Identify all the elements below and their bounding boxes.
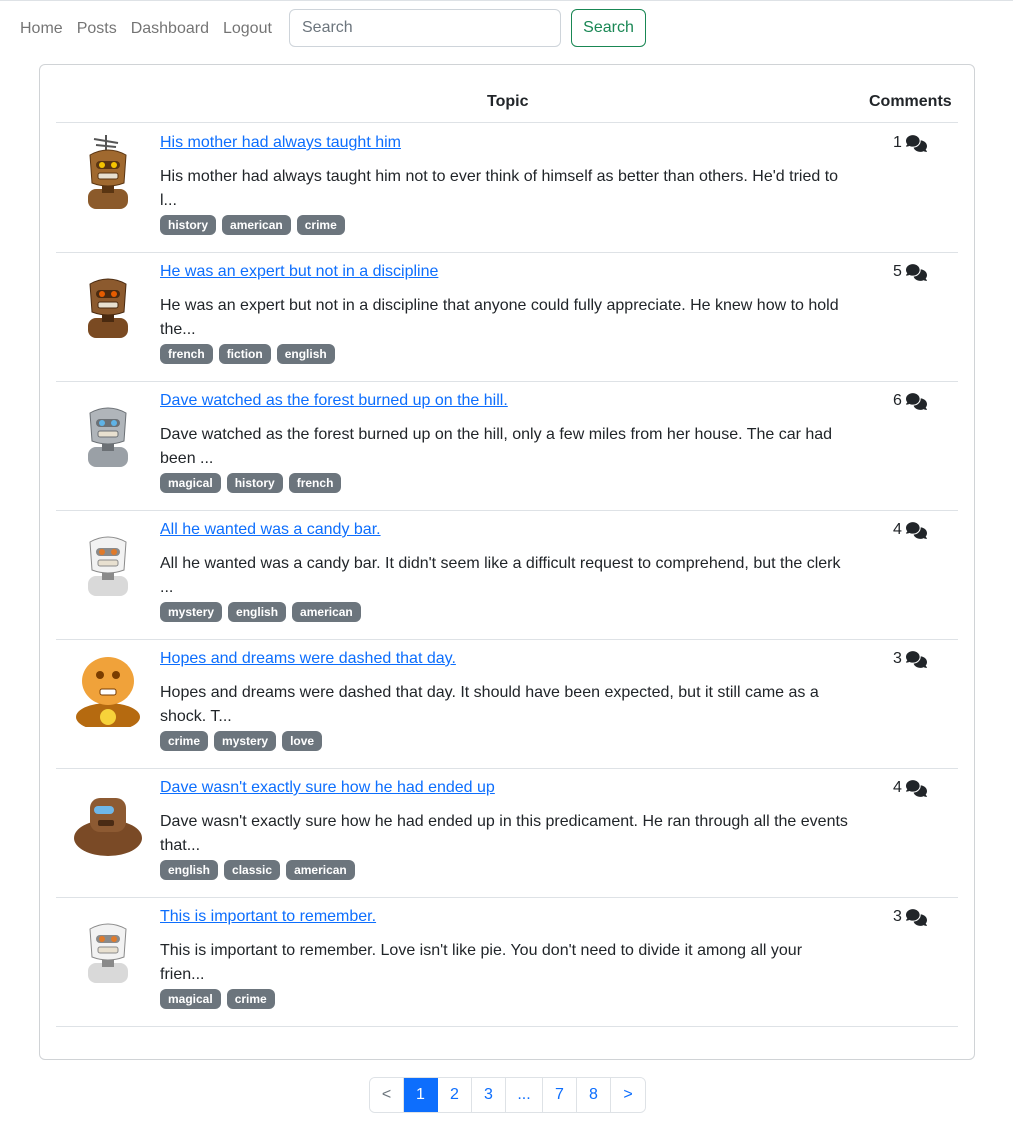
comment-count-value: 5 [893,263,902,280]
post-excerpt: He was an expert but not in a discipline… [160,297,839,338]
post-excerpt: This is important to remember. Love isn'… [160,942,803,983]
page-button[interactable]: 2 [438,1078,472,1112]
post-title-link[interactable]: This is important to remember. [160,908,376,926]
tag-badge[interactable]: crime [226,989,275,1009]
tag-badge[interactable]: magical [160,473,221,493]
tag-badge[interactable]: mystery [214,731,277,751]
comment-count-value: 3 [893,650,902,667]
nav-dashboard-link[interactable]: Dashboard [131,9,209,49]
robot-orange-icon [72,647,144,731]
table-row: He was an expert but not in a discipline… [56,252,958,382]
tag-list: magical crime [160,989,281,1009]
topic-header: Topic [487,93,529,110]
comment-count: 4 [893,779,927,797]
tag-list: magical history french [160,473,347,493]
posts-card: Topic Comments His mother had always tau… [39,64,975,1060]
tag-list: mystery english american [160,602,367,622]
comment-count-value: 4 [893,779,902,796]
page-button[interactable]: 8 [577,1078,611,1112]
tag-badge[interactable]: classic [224,860,281,880]
next-page-button[interactable]: > [611,1078,645,1112]
post-excerpt: Dave watched as the forest burned up on … [160,426,833,467]
search-button[interactable]: Search [571,9,646,47]
post-excerpt: His mother had always taught him not to … [160,168,839,209]
comment-count: 3 [893,908,927,926]
tag-list: english classic american [160,860,361,880]
tag-badge[interactable]: english [228,602,287,622]
table-row: Hopes and dreams were dashed that day. Ho… [56,639,958,769]
tag-badge[interactable]: mystery [160,602,223,622]
robot-brown-icon [72,260,144,340]
post-title-link[interactable]: Hopes and dreams were dashed that day. [160,650,456,668]
post-title-link[interactable]: His mother had always taught him [160,134,401,152]
tag-badge[interactable]: american [222,215,291,235]
comments-icon [905,134,927,152]
table-row: Dave wasn't exactly sure how he had ende… [56,768,958,898]
comment-count: 6 [893,392,927,410]
tag-list: french fiction english [160,344,341,364]
tag-badge[interactable]: french [288,473,342,493]
tag-badge[interactable]: fiction [218,344,271,364]
comment-count-value: 3 [893,908,902,925]
comment-count: 4 [893,521,927,539]
tag-badge[interactable]: english [276,344,335,364]
tag-badge[interactable]: american [292,602,361,622]
page-button[interactable]: 3 [472,1078,506,1112]
page-button[interactable]: 7 [543,1078,577,1112]
comment-count: 5 [893,263,927,281]
post-excerpt: Dave wasn't exactly sure how he had ende… [160,813,848,854]
post-title-link[interactable]: Dave wasn't exactly sure how he had ende… [160,779,495,797]
tag-badge[interactable]: american [286,860,355,880]
table-row: This is important to remember. This is im… [56,897,958,1027]
nav-home-link[interactable]: Home [20,9,63,49]
prev-page-button[interactable]: < [370,1078,404,1112]
table-row: All he wanted was a candy bar. All he wan… [56,510,958,640]
comment-count-value: 4 [893,521,902,538]
comments-icon [905,521,927,539]
robot-wide-icon [72,776,144,856]
comments-header: Comments [869,93,952,110]
robot-antenna-icon [72,131,144,211]
nav-posts-link[interactable]: Posts [77,9,117,49]
comments-icon [905,908,927,926]
table-header: Topic Comments [56,65,958,123]
post-title-link[interactable]: All he wanted was a candy bar. [160,521,381,539]
post-excerpt: All he wanted was a candy bar. It didn't… [160,555,841,596]
tag-badge[interactable]: crime [160,731,209,751]
table-row: Dave watched as the forest burned up on … [56,381,958,511]
comment-count-value: 1 [893,134,902,151]
page-button[interactable]: ... [506,1078,543,1112]
tag-badge[interactable]: french [160,344,213,364]
robot-grey-icon [72,389,144,469]
tag-badge[interactable]: english [160,860,219,880]
comments-icon [905,392,927,410]
comments-icon [905,263,927,281]
robot-white-icon [72,905,144,985]
post-title-link[interactable]: He was an expert but not in a discipline [160,263,438,281]
comments-icon [905,650,927,668]
tag-badge[interactable]: history [226,473,283,493]
navbar: Home Posts Dashboard Logout Search [0,9,1013,49]
post-excerpt: Hopes and dreams were dashed that day. I… [160,684,819,725]
post-title-link[interactable]: Dave watched as the forest burned up on … [160,392,508,410]
tag-badge[interactable]: crime [296,215,345,235]
tag-badge[interactable]: history [160,215,217,235]
table-row: His mother had always taught him His moth… [56,123,958,253]
page-button[interactable]: 1 [404,1078,438,1112]
tag-list: history american crime [160,215,351,235]
comment-count: 3 [893,650,927,668]
pagination: <1 2 3... 7 8 > [369,1077,646,1113]
tag-badge[interactable]: love [282,731,323,751]
robot-white-icon [72,518,144,598]
tag-badge[interactable]: magical [160,989,221,1009]
tag-list: crime mystery love [160,731,328,751]
comments-icon [905,779,927,797]
comment-count: 1 [893,134,927,152]
comment-count-value: 6 [893,392,902,409]
search-input[interactable] [289,9,561,47]
nav-logout-link[interactable]: Logout [223,9,272,49]
top-border [0,0,1013,1]
